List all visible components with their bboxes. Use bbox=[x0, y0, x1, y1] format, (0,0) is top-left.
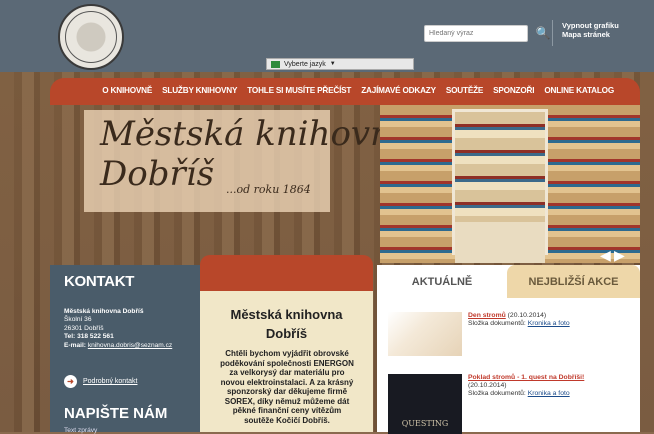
nav-item-about[interactable]: O KNIHOVNĚ bbox=[102, 86, 152, 95]
center-title-line1: Městská knihovna bbox=[230, 307, 343, 322]
center-title: Městská knihovna Dobříš bbox=[200, 305, 373, 343]
banner-title: Městská knihovna Dobříš bbox=[100, 114, 412, 194]
tab-news[interactable]: AKTUÁLNĚ bbox=[377, 265, 507, 298]
nav-item-contests[interactable]: SOUTĚŽE bbox=[446, 86, 483, 95]
write-us-heading: NAPIŠTE NÁM bbox=[64, 405, 168, 422]
center-header-bar bbox=[200, 255, 373, 291]
nav-item-online-catalog[interactable]: ONLINE KATALOG bbox=[544, 86, 614, 95]
news-title[interactable]: Den stromů bbox=[468, 312, 506, 319]
slider-next-icon[interactable]: ▶ bbox=[614, 247, 625, 264]
main-navigation: O KNIHOVNĚ SLUŽBY KNIHOVNY TOHLE SI MUSÍ… bbox=[50, 78, 640, 105]
news-folder-label: Složka dokumentů: bbox=[468, 320, 526, 327]
contact-sidebar: KONTAKT Městská knihovna Dobříš Školní 3… bbox=[50, 265, 200, 434]
contact-info: Městská knihovna Dobříš Školní 36 26301 … bbox=[64, 308, 172, 350]
news-date: (20.10.2014) bbox=[468, 382, 507, 389]
search-input[interactable] bbox=[424, 25, 528, 42]
logo-emblem bbox=[65, 11, 117, 63]
banner-subtitle: ...od roku 1864 bbox=[226, 183, 311, 196]
slider-prev-icon[interactable]: ◀ bbox=[600, 247, 611, 264]
nav-item-sponsors[interactable]: SPONZOŘI bbox=[493, 86, 534, 95]
header-divider bbox=[552, 20, 553, 46]
nav-item-must-read[interactable]: TOHLE SI MUSÍTE PŘEČÍST bbox=[247, 86, 351, 95]
news-thumbnail[interactable] bbox=[388, 312, 462, 356]
contact-name: Městská knihovna Dobříš bbox=[64, 308, 144, 315]
center-title-line2: Dobříš bbox=[265, 326, 308, 341]
nav-item-services[interactable]: SLUŽBY KNIHOVNY bbox=[162, 86, 237, 95]
search-icon[interactable]: 🔍 bbox=[534, 24, 552, 42]
banner-title-line1: Městská knihovna bbox=[100, 114, 413, 154]
language-select[interactable]: Vyberte jazyk ▼ bbox=[266, 58, 414, 70]
news-thumbnail[interactable]: QUESTING bbox=[388, 374, 462, 434]
contact-street: Školní 36 bbox=[64, 316, 92, 324]
center-body: Chtěli bychom vyjádřit obrovské poděková… bbox=[220, 349, 354, 425]
header-links: Vypnout grafiku Mapa stránek bbox=[562, 21, 619, 39]
news-folder-link[interactable]: Kronika a foto bbox=[528, 390, 570, 397]
nav-item-links[interactable]: ZAJÍMAVÉ ODKAZY bbox=[361, 86, 436, 95]
sitemap-link[interactable]: Mapa stránek bbox=[562, 30, 619, 39]
news-folder-label: Složka dokumentů: bbox=[468, 390, 526, 397]
language-select-label: Vyberte jazyk bbox=[284, 60, 326, 68]
detail-contact-label: Podrobný kontakt bbox=[83, 378, 138, 385]
photo-floor bbox=[455, 222, 545, 263]
news-title[interactable]: Poklad stromů - 1. quest na Dobříši! bbox=[468, 374, 584, 381]
contact-city: 26301 Dobříš bbox=[64, 324, 104, 332]
library-logo[interactable] bbox=[58, 4, 124, 70]
flag-icon bbox=[271, 60, 280, 68]
contact-email-label: E-mail: bbox=[64, 341, 86, 349]
news-date: (20.10.2014) bbox=[507, 312, 547, 319]
news-folder-link[interactable]: Kronika a foto bbox=[528, 320, 570, 327]
dropdown-arrow-icon: ▼ bbox=[329, 61, 336, 67]
detail-contact-link[interactable]: ➜ Podrobný kontakt bbox=[64, 375, 137, 388]
disable-graphics-link[interactable]: Vypnout grafiku bbox=[562, 21, 619, 30]
contact-phone: Tel: 318 522 561 bbox=[64, 333, 114, 341]
center-content: Městská knihovna Dobříš Chtěli bychom vy… bbox=[200, 291, 373, 432]
tab-upcoming-events[interactable]: NEJBLIŽŠÍ AKCE bbox=[507, 265, 640, 298]
contact-email-link[interactable]: knihovna.dobris@seznam.cz bbox=[88, 342, 172, 349]
message-label: Text zprávy bbox=[64, 427, 98, 434]
contact-heading: KONTAKT bbox=[64, 273, 135, 290]
arrow-right-icon: ➜ bbox=[64, 375, 77, 388]
